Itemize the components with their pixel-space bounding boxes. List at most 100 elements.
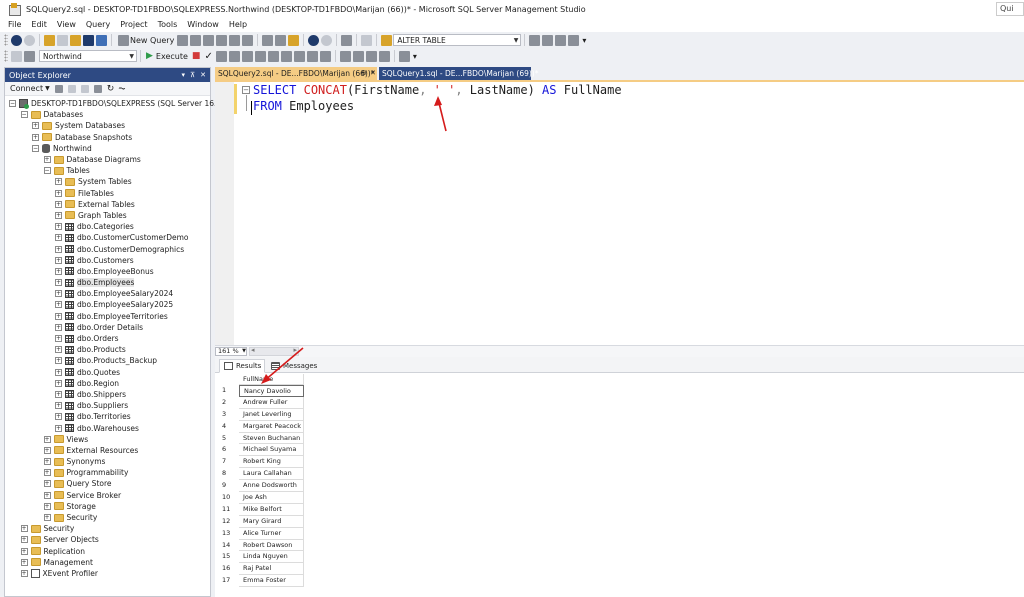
execute-button[interactable]: ▶ Execute	[144, 49, 190, 63]
find-in-files-icon[interactable]	[381, 34, 393, 46]
tree-item[interactable]: + XEvent Profiler	[5, 568, 210, 579]
redo-icon[interactable]	[321, 34, 333, 46]
tree-item[interactable]: + dbo.Orders	[5, 333, 210, 344]
display-plan-icon[interactable]	[215, 50, 227, 62]
tools-icon[interactable]	[542, 34, 554, 46]
column-header-fullname[interactable]: FullName	[239, 374, 304, 385]
expand-icon[interactable]: +	[55, 390, 62, 398]
live-stats-icon[interactable]	[267, 50, 279, 62]
expand-icon[interactable]: +	[32, 122, 39, 130]
result-cell[interactable]: Anne Dodsworth	[239, 480, 304, 493]
row-number[interactable]: 1	[219, 385, 239, 397]
row-number[interactable]: 15	[219, 551, 239, 563]
result-cell[interactable]: Linda Nguyen	[239, 551, 304, 564]
grid-corner[interactable]	[219, 374, 239, 385]
close-icon[interactable]: ✕	[200, 71, 206, 79]
row-number[interactable]: 12	[219, 516, 239, 528]
intellisense-icon[interactable]	[241, 50, 253, 62]
script-icon[interactable]	[361, 34, 373, 46]
undo-icon[interactable]	[308, 34, 320, 46]
toolbar-grip[interactable]	[4, 50, 8, 62]
tree-item[interactable]: + System Databases	[5, 120, 210, 131]
tree-item[interactable]: − Tables	[5, 165, 210, 176]
row-number[interactable]: 10	[219, 492, 239, 504]
connect-plug-icon[interactable]	[54, 84, 63, 93]
expand-icon[interactable]: +	[43, 502, 51, 510]
menu-tools[interactable]: Tools	[153, 18, 183, 32]
expand-icon[interactable]: +	[55, 267, 62, 275]
new-project-icon[interactable]	[44, 34, 55, 46]
dmx-query-icon[interactable]	[216, 34, 228, 46]
tree-item[interactable]: + dbo.Quotes	[5, 367, 210, 378]
tree-item[interactable]: + Database Diagrams	[5, 154, 210, 165]
result-cell[interactable]: Steven Buchanan	[239, 432, 304, 445]
alter-table-combo[interactable]: ALTER TABLE ▼	[393, 34, 522, 46]
row-number[interactable]: 2	[219, 397, 239, 409]
expand-icon[interactable]: +	[55, 312, 62, 320]
row-number[interactable]: 16	[219, 563, 239, 575]
activity-monitor-icon[interactable]	[341, 34, 353, 46]
open-file-icon[interactable]	[70, 34, 81, 46]
menu-view[interactable]: View	[52, 18, 81, 32]
tree-item[interactable]: + Synonyms	[5, 456, 210, 467]
result-cell[interactable]: Michael Suyama	[239, 444, 304, 457]
tree-item[interactable]: + External Tables	[5, 199, 210, 210]
expand-icon[interactable]: +	[55, 290, 62, 298]
results-file-icon[interactable]	[319, 50, 331, 62]
tree-item[interactable]: + Server Objects	[5, 534, 210, 545]
tab-messages[interactable]: Messages	[267, 359, 317, 373]
expand-icon[interactable]: +	[43, 446, 51, 454]
menu-query[interactable]: Query	[81, 18, 115, 32]
result-cell[interactable]: Joe Ash	[239, 492, 304, 504]
paste-icon[interactable]	[288, 34, 300, 46]
save-all-icon[interactable]	[96, 34, 107, 46]
result-cell[interactable]: Mary Girard	[239, 515, 304, 528]
expand-icon[interactable]: +	[55, 245, 62, 253]
tree-item[interactable]: − Northwind	[5, 143, 210, 154]
pin-icon[interactable]: ⊕	[361, 67, 367, 80]
query-designer-icon[interactable]	[228, 50, 240, 62]
tree-item[interactable]: + dbo.EmployeeSalary2025	[5, 299, 210, 310]
collapse-icon[interactable]: −	[20, 111, 28, 119]
menu-edit[interactable]: Edit	[26, 18, 52, 32]
tree-item[interactable]: + dbo.Region	[5, 378, 210, 389]
back-icon[interactable]	[11, 34, 22, 46]
tree-item[interactable]: + Programmability	[5, 467, 210, 478]
include-plan-icon[interactable]	[254, 50, 266, 62]
tree-item[interactable]: + dbo.Products_Backup	[5, 355, 210, 366]
tree-item[interactable]: + Security	[5, 512, 210, 523]
collapse-icon[interactable]: −	[43, 167, 51, 175]
tab-results[interactable]: Results	[219, 359, 265, 373]
result-cell[interactable]: Nancy Davolio	[239, 385, 304, 397]
save-icon[interactable]	[83, 34, 94, 46]
tree-item[interactable]: + dbo.Order Details	[5, 322, 210, 333]
tab-sqlquery1[interactable]: SQLQuery1.sql - DE...FBDO\Marijan (69))*	[379, 67, 538, 80]
tree-item[interactable]: + dbo.Customers	[5, 255, 210, 266]
expand-icon[interactable]: +	[55, 335, 62, 343]
row-number[interactable]: 9	[219, 480, 239, 492]
increase-indent-icon[interactable]	[378, 50, 390, 62]
expand-icon[interactable]: +	[20, 536, 28, 544]
expand-icon[interactable]: +	[43, 458, 51, 466]
menu-file[interactable]: File	[3, 18, 26, 32]
expand-icon[interactable]: +	[55, 368, 62, 376]
result-cell[interactable]: Janet Leverling	[239, 408, 304, 421]
close-icon[interactable]: ✕	[370, 67, 376, 80]
result-cell[interactable]: Robert King	[239, 456, 304, 469]
expand-icon[interactable]: +	[20, 558, 28, 566]
tree-item[interactable]: + dbo.EmployeeBonus	[5, 266, 210, 277]
result-cell[interactable]: Andrew Fuller	[239, 396, 304, 409]
toolbar-overflow[interactable]: ▾	[580, 33, 588, 47]
cancel-query-icon[interactable]: ■	[190, 49, 203, 63]
parse-check-icon[interactable]: ✓	[202, 49, 214, 63]
expand-icon[interactable]: +	[55, 413, 62, 421]
expand-icon[interactable]: +	[55, 223, 62, 231]
expand-icon[interactable]: +	[55, 200, 62, 208]
results-text-icon[interactable]	[293, 50, 305, 62]
tree-item[interactable]: + FileTables	[5, 188, 210, 199]
tree-item[interactable]: + dbo.CustomerCustomerDemo	[5, 232, 210, 243]
new-query-button[interactable]: New Query	[115, 33, 176, 47]
decrease-indent-icon[interactable]	[365, 50, 377, 62]
row-number[interactable]: 3	[219, 409, 239, 421]
row-number[interactable]: 7	[219, 456, 239, 468]
